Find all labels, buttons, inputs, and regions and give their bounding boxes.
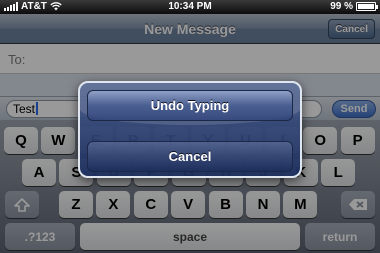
iphone-screen: AT&T 10:34 PM 99 % New Message Cancel To… bbox=[0, 0, 380, 253]
battery-group: 99 % bbox=[330, 1, 378, 12]
battery-level bbox=[358, 4, 374, 9]
key-m[interactable]: M bbox=[283, 191, 318, 218]
status-bar: AT&T 10:34 PM 99 % bbox=[0, 0, 380, 14]
nav-cancel-button[interactable]: Cancel bbox=[328, 19, 375, 39]
key-w[interactable]: W bbox=[41, 127, 76, 154]
key-o[interactable]: O bbox=[303, 127, 338, 154]
key-v[interactable]: V bbox=[171, 191, 206, 218]
status-time: 10:34 PM bbox=[168, 1, 212, 12]
backspace-icon bbox=[349, 199, 367, 210]
page-title: New Message bbox=[144, 21, 236, 37]
shift-key[interactable] bbox=[5, 191, 39, 218]
key-z[interactable]: Z bbox=[59, 191, 93, 218]
key-c[interactable]: C bbox=[133, 191, 168, 218]
key-q[interactable]: Q bbox=[4, 127, 38, 154]
battery-icon bbox=[356, 2, 378, 11]
undo-typing-alert: Undo Typing Cancel bbox=[78, 81, 302, 178]
undo-typing-button[interactable]: Undo Typing bbox=[87, 90, 293, 121]
space-key[interactable]: space bbox=[80, 223, 300, 250]
key-p[interactable]: P bbox=[340, 127, 375, 154]
navigation-bar: New Message Cancel bbox=[0, 14, 380, 44]
delete-key[interactable] bbox=[341, 191, 375, 218]
message-text: Test bbox=[13, 102, 36, 116]
text-caret bbox=[36, 102, 39, 115]
key-x[interactable]: X bbox=[96, 191, 131, 218]
shift-arrow-icon bbox=[14, 197, 30, 212]
to-label: To: bbox=[8, 52, 26, 67]
key-b[interactable]: B bbox=[208, 191, 243, 218]
send-button[interactable]: Send bbox=[332, 100, 376, 118]
key-n[interactable]: N bbox=[246, 191, 280, 218]
alert-cancel-button[interactable]: Cancel bbox=[87, 141, 293, 172]
battery-percentage: 99 % bbox=[330, 1, 353, 12]
key-a[interactable]: A bbox=[22, 159, 56, 186]
return-key[interactable]: return bbox=[305, 223, 375, 250]
to-field[interactable]: To: bbox=[0, 44, 380, 74]
key-l[interactable]: L bbox=[321, 159, 356, 186]
numbers-key[interactable]: .?123 bbox=[5, 223, 75, 250]
